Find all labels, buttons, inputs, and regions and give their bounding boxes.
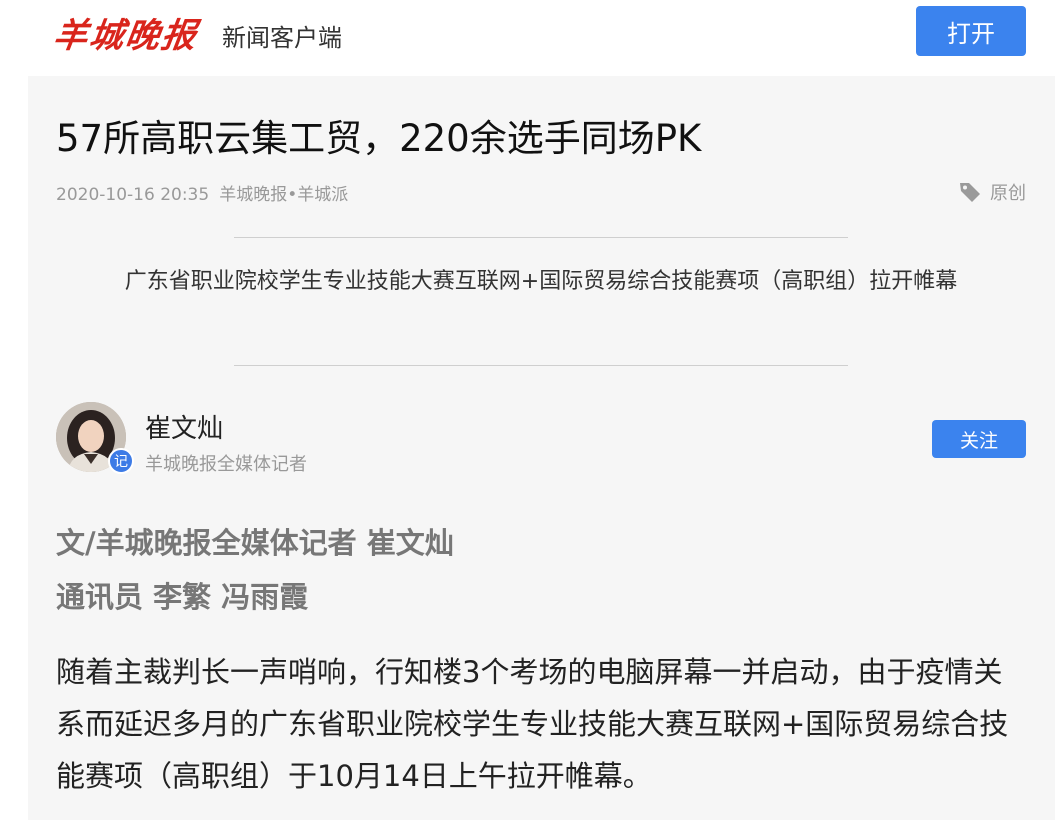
top-bar: 羊城晚报 新闻客户端 打开 [0, 0, 1055, 76]
author-name[interactable]: 崔文灿 [145, 408, 223, 445]
tag-icon [960, 183, 980, 202]
follow-button[interactable]: 关注 [932, 420, 1026, 458]
article-meta: 2020-10-16 20:35 羊城晚报•羊城派 [56, 180, 348, 205]
article-paragraph: 随着主裁判长一声哨响，行知楼3个考场的电脑屏幕一并启动，由于疫情关系而延迟多月的… [56, 655, 1009, 793]
article-title: 57所高职云集工贸，220余选手同场PK [56, 117, 702, 160]
author-description: 羊城晚报全媒体记者 [145, 454, 307, 475]
article-subtitle: 广东省职业院校学生专业技能大赛互联网+国际贸易综合技能赛项（高职组）拉开帷幕 [124, 269, 958, 294]
brand-logo[interactable]: 羊城晚报 [51, 4, 201, 60]
byline-reporter: 文/羊城晚报全媒体记者 崔文灿 [56, 526, 454, 560]
open-app-button[interactable]: 打开 [916, 6, 1026, 56]
app-subtitle: 新闻客户端 [222, 24, 342, 52]
divider-bottom [234, 365, 848, 366]
byline-correspondents: 通讯员 李繁 冯雨霞 [56, 580, 309, 614]
logo-text: 羊城晚报 [50, 15, 201, 56]
reporter-badge-icon: 记 [108, 448, 134, 474]
article-source[interactable]: 羊城晚报•羊城派 [219, 185, 348, 205]
publish-date: 2020-10-16 20:35 [56, 185, 210, 205]
original-tag: 原创 [958, 179, 1026, 205]
tag-label: 原创 [990, 183, 1026, 204]
divider-top [234, 237, 848, 238]
author-avatar[interactable]: 记 [56, 402, 134, 474]
